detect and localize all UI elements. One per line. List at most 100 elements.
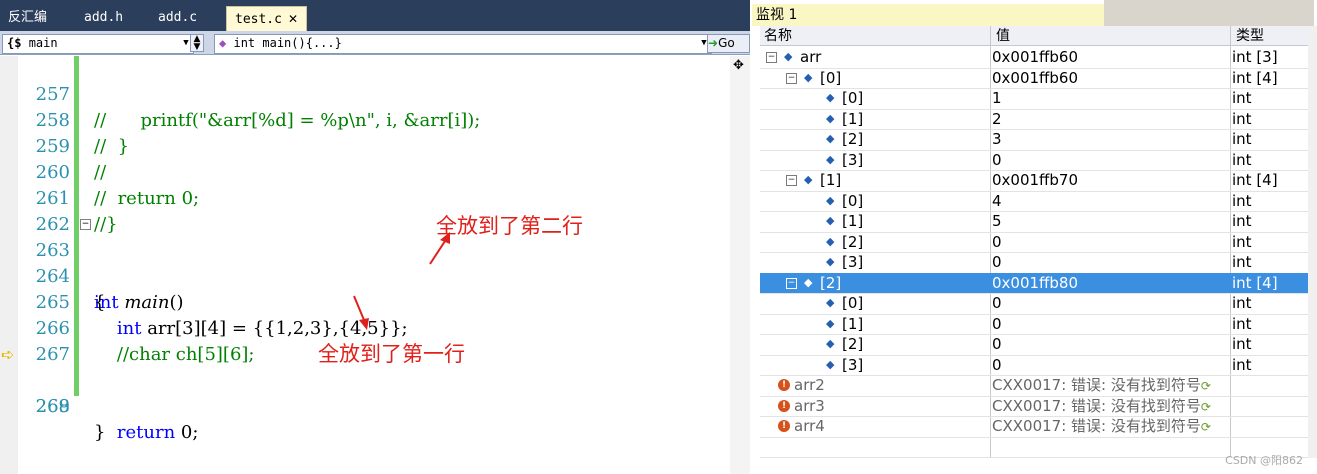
watch-row[interactable]: ◆ [2] 0 int xyxy=(760,334,1308,356)
watch-row[interactable]: − ◆ [2] 0x001ffb80 int [4] xyxy=(760,272,1308,294)
watch-row[interactable]: ◆ [0] 4 int xyxy=(760,191,1308,212)
line-number: 261 xyxy=(35,188,70,209)
watch-row[interactable]: ◆ [3] 0 int xyxy=(760,355,1308,376)
watch-scrollbar[interactable] xyxy=(1308,26,1317,458)
line-number: 260 xyxy=(35,162,70,183)
watch-type-cell: int [4] xyxy=(1232,273,1278,292)
function-dropdown[interactable]: ◆ int main(){...} ▼ xyxy=(214,34,712,54)
watch-name: [3] xyxy=(842,355,864,374)
tab-add-c[interactable]: add.c xyxy=(150,6,205,31)
code-editor[interactable]: ✥ 257 // printf("&arr[%d] = %p\n", i, &a… xyxy=(0,56,750,474)
code-text: // xyxy=(94,162,107,183)
code-text: 0; xyxy=(180,422,199,443)
watch-value-cell: 5 xyxy=(992,212,1002,230)
watch-value-cell: 0 xyxy=(992,294,1002,312)
close-icon[interactable]: ✕ xyxy=(288,12,298,26)
tab-add-h[interactable]: add.h xyxy=(76,6,131,31)
watch-row[interactable]: ◆ [3] 0 int xyxy=(760,252,1308,274)
watch-type-cell: int xyxy=(1232,130,1252,148)
variable-icon: ◆ xyxy=(826,255,835,268)
variable-icon: ◆ xyxy=(826,214,835,227)
column-name-header[interactable]: 名称 xyxy=(764,26,792,46)
column-value-header[interactable]: 值 xyxy=(996,26,1010,46)
expand-toggle-icon[interactable]: − xyxy=(786,175,797,186)
watch-name: [2] xyxy=(842,130,864,148)
watch-row[interactable]: ◆ [2] 0 int xyxy=(760,232,1308,253)
watch-row-error[interactable]: ! arr2 CXX0017: 错误: 没有找到符号⟳ xyxy=(760,375,1308,397)
watch-value-cell: 0x001ffb70 xyxy=(992,171,1078,189)
scope-value: main xyxy=(28,36,58,50)
watch-value-cell: 4 xyxy=(992,191,1002,210)
watch-row-error[interactable]: ! arr4 CXX0017: 错误: 没有找到符号⟳ xyxy=(760,416,1308,438)
watch-row[interactable]: ◆ [1] 0 int xyxy=(760,314,1308,335)
method-icon: ◆ xyxy=(219,36,227,50)
expand-toggle-icon[interactable]: − xyxy=(786,277,797,289)
watch-row[interactable]: ◆ [3] 0 int xyxy=(760,150,1308,171)
code-text: // } xyxy=(94,136,130,157)
tab-disassembly[interactable]: 反汇编 xyxy=(0,6,55,31)
scope-icon: {$ xyxy=(7,36,22,50)
tab-label: add.c xyxy=(158,10,198,25)
watch-value-cell: CXX0017: 错误: 没有找到符号⟳ xyxy=(992,417,1211,435)
keyword: int xyxy=(94,318,148,339)
watermark: CSDN @阳862 xyxy=(1225,454,1303,467)
watch-row[interactable]: − ◆ [1] 0x001ffb70 int [4] xyxy=(760,170,1308,192)
code-text: // return 0; xyxy=(94,188,200,209)
change-tracking-bar xyxy=(74,56,79,396)
expand-toggle-icon[interactable]: − xyxy=(786,72,797,84)
code-line: 258 // } xyxy=(0,82,129,157)
split-handle-icon[interactable]: ✥ xyxy=(733,58,744,73)
watch-row[interactable]: − ◆ [0] 0x001ffb60 int [4] xyxy=(760,68,1308,89)
code-line-current: ➪ 268 return 0; xyxy=(0,342,198,443)
watch-name: [1] xyxy=(842,109,864,128)
code-line: 263 − int main() xyxy=(0,212,184,313)
split-button[interactable]: ▲ ▼ xyxy=(190,34,204,52)
watch-row[interactable]: ◆ [2] 3 int xyxy=(760,129,1308,151)
current-statement-arrow-icon: ➪ xyxy=(1,345,15,364)
column-type-header[interactable]: 类型 xyxy=(1236,26,1264,46)
variable-icon: ◆ xyxy=(826,337,835,350)
watch-name-cell: ◆ [1] xyxy=(760,109,988,130)
watch-type-cell: int xyxy=(1232,355,1252,374)
watch-name-cell: ◆ [3] xyxy=(760,150,988,171)
refresh-icon[interactable]: ⟳ xyxy=(1201,400,1211,414)
watch-name: [0] xyxy=(842,89,864,107)
code-line: 257 // printf("&arr[%d] = %p\n", i, &arr… xyxy=(0,56,481,131)
watch-row[interactable]: − ◆ arr 0x001ffb60 int [3] xyxy=(760,47,1308,69)
watch-name-cell: ! arr2 xyxy=(760,375,988,396)
watch-name-cell: ◆ [1] xyxy=(760,211,988,232)
collapse-toggle-icon[interactable]: − xyxy=(80,219,91,230)
annotation-down-arrow xyxy=(353,295,369,330)
watch-name: arr4 xyxy=(794,417,825,435)
variable-icon: ◆ xyxy=(826,296,835,309)
watch-name: [3] xyxy=(842,253,864,271)
refresh-icon[interactable]: ⟳ xyxy=(1201,420,1211,434)
code-line: 267 xyxy=(0,316,70,365)
watch-value-cell: 0 xyxy=(992,314,1002,333)
watch-row[interactable]: ◆ [1] 2 int xyxy=(760,109,1308,130)
code-text: //} xyxy=(94,214,118,235)
watch-row[interactable]: ◆ [1] 5 int xyxy=(760,211,1308,233)
code-line: 265 int arr[3][4] = {{1,2,3},{4,5}}; xyxy=(0,264,408,339)
watch-type-cell: int [4] xyxy=(1232,68,1278,87)
error-icon: ! xyxy=(778,399,790,412)
watch-row[interactable]: ◆ [0] 0 int xyxy=(760,293,1308,315)
code-text: //char ch[5][6]; xyxy=(94,344,255,365)
go-button[interactable]: ➜Go xyxy=(707,34,750,53)
expand-toggle-icon[interactable]: − xyxy=(766,52,777,63)
watch-name: arr2 xyxy=(794,376,825,394)
editor-scrollbar[interactable]: ✥ xyxy=(730,56,750,474)
watch-row-error[interactable]: ! arr3 CXX0017: 错误: 没有找到符号⟳ xyxy=(760,396,1308,417)
watch-name: arr xyxy=(800,48,822,66)
code-text: { xyxy=(94,292,106,313)
variable-icon: ◆ xyxy=(784,50,793,63)
watch-name-cell: ◆ [0] xyxy=(760,88,988,109)
tab-test-c[interactable]: test.c ✕ xyxy=(226,6,308,32)
watch-value-cell: 0 xyxy=(992,253,1002,271)
scope-dropdown[interactable]: {$ main ▼ xyxy=(2,34,194,54)
code-line: 260 // return 0; xyxy=(0,134,199,209)
refresh-icon[interactable]: ⟳ xyxy=(1201,379,1211,393)
line-number: 269 xyxy=(35,396,70,417)
watch-value-cell: CXX0017: 错误: 没有找到符号⟳ xyxy=(992,396,1211,415)
watch-row[interactable]: ◆ [0] 1 int xyxy=(760,88,1308,110)
